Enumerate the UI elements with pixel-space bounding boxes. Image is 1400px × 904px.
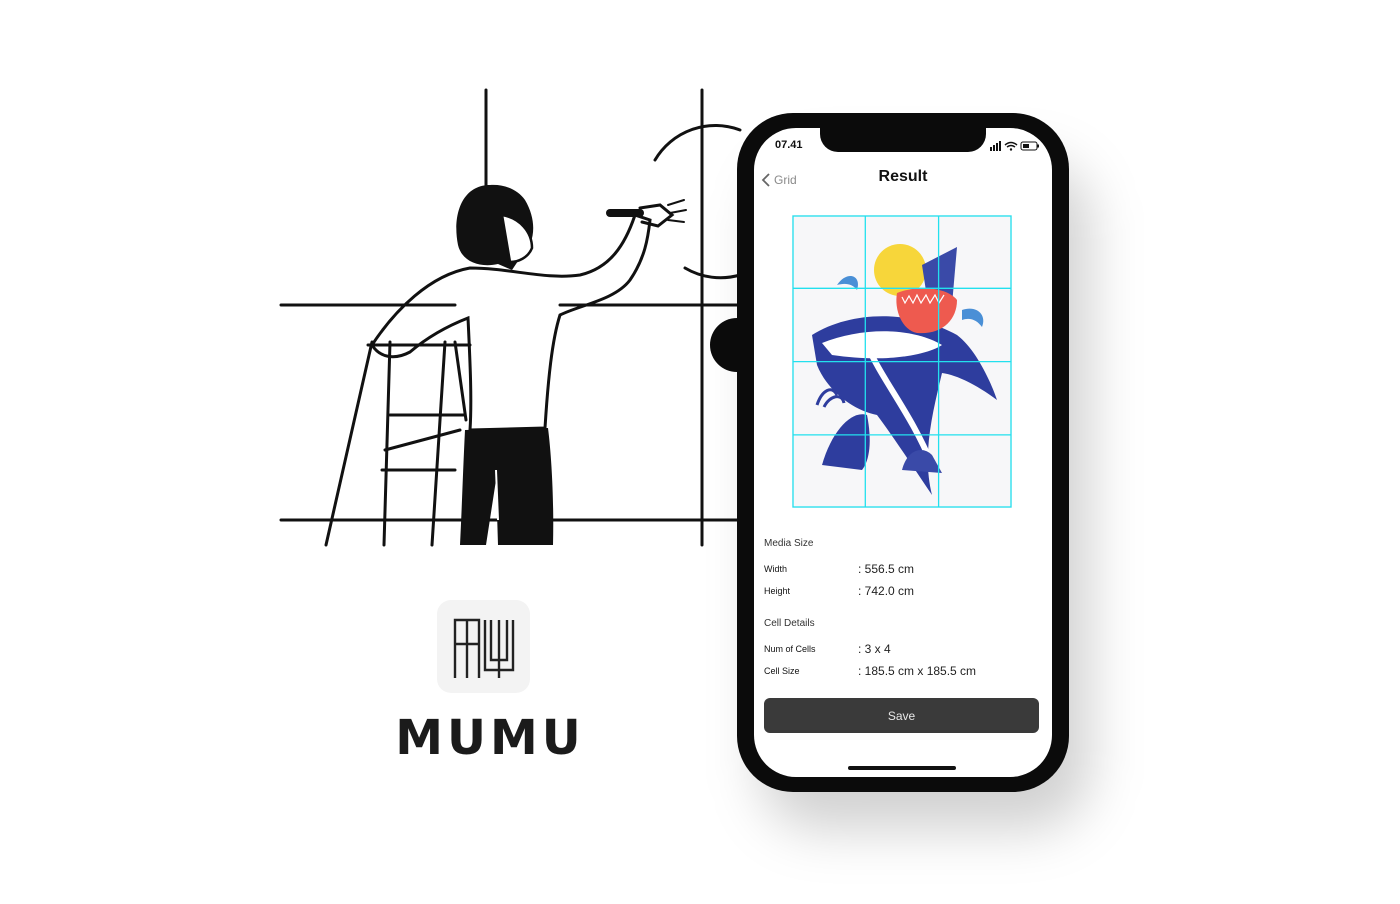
- artwork-preview: [792, 215, 1012, 508]
- app-logo: [437, 600, 530, 693]
- brand-wordmark: MUMU: [395, 710, 585, 766]
- signal-icon: [990, 141, 1001, 151]
- page-title: Result: [878, 168, 928, 185]
- width-value: : 556.5 cm: [858, 562, 915, 576]
- mumu-logo-icon: [453, 618, 515, 678]
- num-cells-label: Num of Cells: [764, 644, 816, 654]
- status-time: 07.41: [775, 139, 803, 151]
- person-drawing-illustration: [279, 88, 742, 547]
- cell-size-label: Cell Size: [764, 666, 800, 676]
- status-icons: [990, 141, 1039, 151]
- phone-screen: 07.41 Grid Result Media Size Width: 556…: [754, 128, 1052, 777]
- phone-notch: [820, 128, 986, 152]
- cell-details-heading: Cell Details: [764, 618, 815, 629]
- save-button[interactable]: Save: [764, 698, 1039, 733]
- home-indicator: [848, 766, 956, 770]
- battery-icon: [1020, 141, 1039, 151]
- width-label: Width: [764, 564, 788, 574]
- cell-size-value: : 185.5 cm x 185.5 cm: [858, 664, 977, 678]
- media-size-heading: Media Size: [764, 538, 814, 549]
- height-label: Height: [764, 586, 791, 596]
- num-cells-value: : 3 x 4: [858, 642, 891, 656]
- height-value: : 742.0 cm: [858, 584, 915, 598]
- wifi-icon: [1004, 141, 1018, 151]
